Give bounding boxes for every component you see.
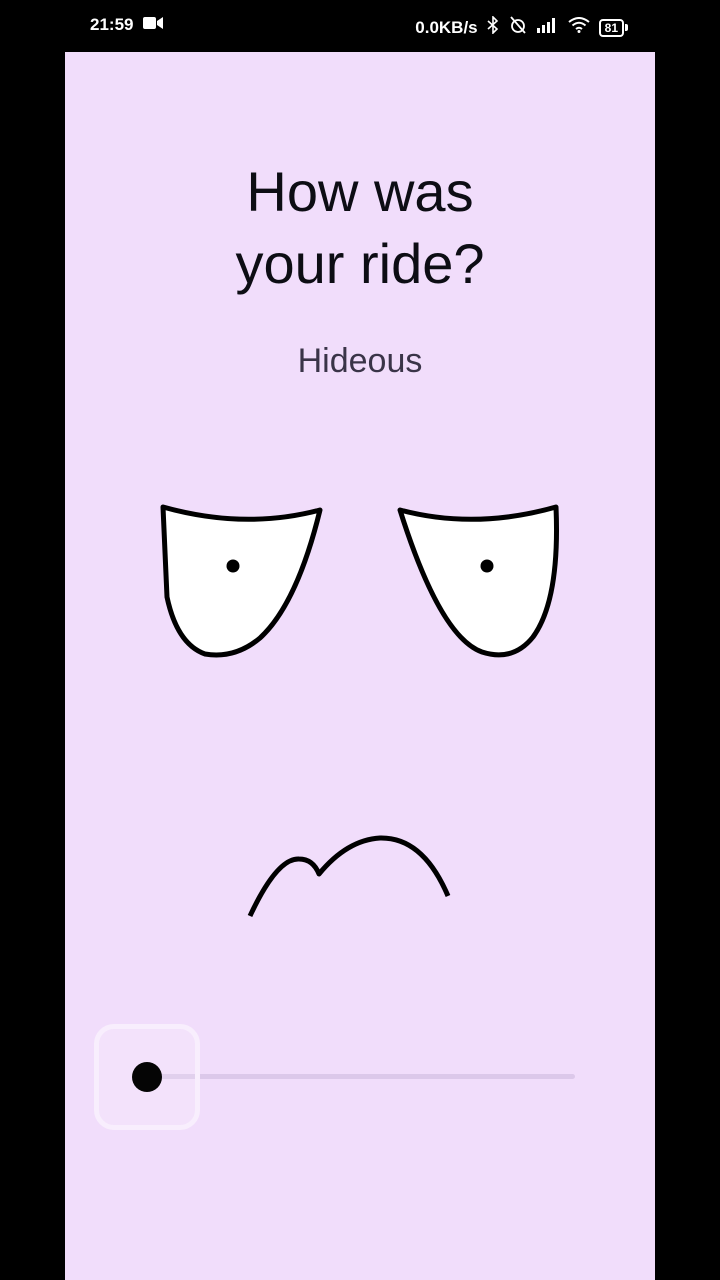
left-eye (160, 504, 323, 658)
right-eye (397, 504, 559, 658)
rating-slider[interactable] (94, 1024, 585, 1130)
frown-mouth (247, 835, 451, 918)
rating-screen: How was your ride? Hideous (65, 52, 655, 1280)
left-pupil (226, 559, 240, 573)
signal-icon (536, 17, 559, 38)
network-speed: 0.0KB/s (415, 17, 478, 37)
status-time: 21:59 (90, 15, 134, 34)
status-bar: 21:59 0.0KB/s 81 (0, 0, 720, 52)
alarm-off-icon (508, 15, 528, 40)
bluetooth-icon (487, 15, 499, 39)
slider-thumb[interactable] (132, 1062, 162, 1092)
battery-icon: 81 (598, 18, 628, 37)
battery-level: 81 (598, 18, 624, 37)
status-left: 21:59 (90, 15, 164, 35)
status-right: 0.0KB/s 81 (415, 15, 628, 40)
video-camera-icon (143, 15, 164, 35)
slider-track[interactable] (147, 1074, 575, 1079)
battery-tip (625, 24, 628, 31)
wifi-icon (568, 17, 590, 38)
right-pupil (480, 559, 494, 573)
